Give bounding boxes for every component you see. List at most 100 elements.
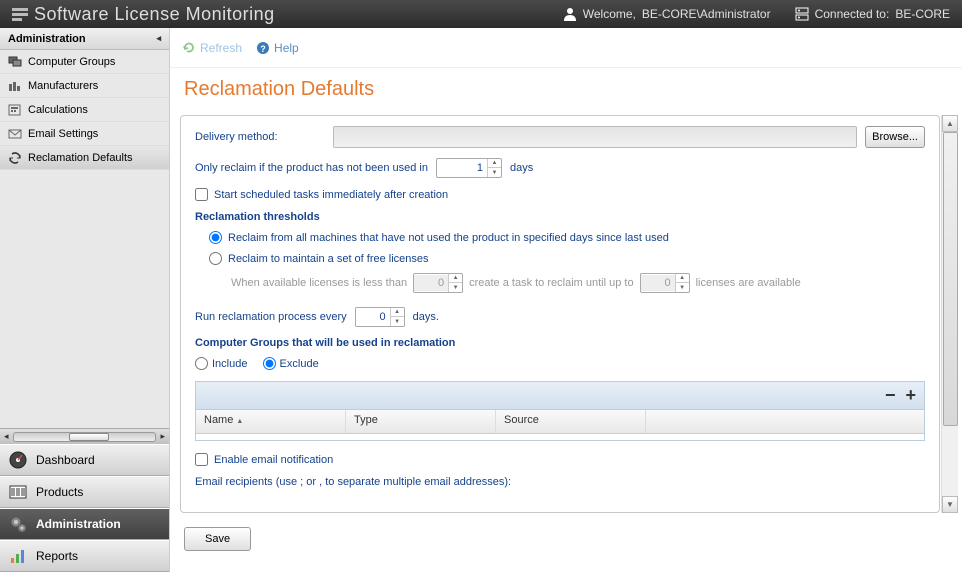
user-icon <box>563 7 577 21</box>
scroll-up-icon[interactable]: ▲ <box>942 115 958 132</box>
scroll-right-icon[interactable]: ▸ <box>160 431 165 442</box>
col-spacer <box>646 410 924 433</box>
sidebar-item-computer-groups[interactable]: Computer Groups <box>0 50 169 74</box>
reports-icon <box>8 546 28 566</box>
svg-text:?: ? <box>260 44 266 54</box>
grid-add-button[interactable]: + <box>905 385 916 406</box>
browse-button[interactable]: Browse... <box>865 126 925 148</box>
spinner-down-icon[interactable]: ▼ <box>449 283 462 292</box>
grid-body <box>196 434 924 440</box>
only-reclaim-days-spinner[interactable]: ▲▼ <box>436 158 502 178</box>
scroll-left-icon[interactable]: ◂ <box>4 431 9 442</box>
delivery-method-input[interactable] <box>333 126 857 148</box>
nav-dashboard[interactable]: Dashboard <box>0 444 169 476</box>
dashboard-icon <box>8 450 28 470</box>
run-every-spinner[interactable]: ▲▼ <box>355 307 405 327</box>
scrollbar-thumb[interactable] <box>69 433 109 441</box>
help-icon: ? <box>256 41 270 55</box>
sidebar-header[interactable]: Administration ◂ <box>0 28 169 50</box>
connected-label: Connected to: <box>815 7 890 21</box>
sidebar-item-manufacturers[interactable]: Manufacturers <box>0 74 169 98</box>
toolbar: Refresh ? Help <box>170 28 962 68</box>
reclaim-all-radio[interactable] <box>209 231 222 244</box>
save-button[interactable]: Save <box>184 527 251 551</box>
run-suffix: days. <box>413 311 439 323</box>
refresh-button[interactable]: Refresh <box>182 41 242 55</box>
nav-stack: Dashboard Products Administration Report… <box>0 444 169 572</box>
when-prefix: When available licenses is less than <box>231 277 407 289</box>
sidebar-horizontal-scrollbar[interactable]: ◂ ▸ <box>0 428 169 444</box>
reclaim-free-label: Reclaim to maintain a set of free licens… <box>228 253 429 265</box>
col-source[interactable]: Source <box>496 410 646 433</box>
sidebar-item-label: Reclamation Defaults <box>28 152 133 164</box>
spinner-down-icon[interactable]: ▼ <box>676 283 689 292</box>
spinner-up-icon[interactable]: ▲ <box>676 274 689 283</box>
run-every-input[interactable] <box>356 309 390 325</box>
include-radio[interactable] <box>195 357 208 370</box>
nav-label: Reports <box>36 549 78 563</box>
spinner-down-icon[interactable]: ▼ <box>488 168 501 177</box>
refresh-icon <box>182 41 196 55</box>
reclaim-free-radio[interactable] <box>209 252 222 265</box>
when-until-spinner[interactable]: ▲▼ <box>640 273 690 293</box>
computer-groups-icon <box>8 56 22 68</box>
exclude-radio-label[interactable]: Exclude <box>263 357 319 370</box>
server-icon <box>795 7 809 21</box>
calculations-icon <box>8 104 22 116</box>
when-until-input[interactable] <box>641 275 675 291</box>
panel-vertical-scrollbar[interactable]: ▲ ▼ <box>941 115 958 513</box>
page-title: Reclamation Defaults <box>170 68 962 115</box>
user-info: Welcome, BE-CORE\Administrator <box>563 7 771 21</box>
sidebar-item-email-settings[interactable]: Email Settings <box>0 122 169 146</box>
manufacturers-icon <box>8 80 22 92</box>
start-scheduled-checkbox[interactable] <box>195 188 208 201</box>
spinner-up-icon[interactable]: ▲ <box>488 159 501 168</box>
sidebar-item-label: Manufacturers <box>28 80 98 92</box>
spinner-down-icon[interactable]: ▼ <box>391 317 404 326</box>
scrollbar-thumb[interactable] <box>943 132 958 426</box>
col-name[interactable]: Name ▲ <box>196 410 346 433</box>
nav-label: Administration <box>36 517 121 531</box>
grid-toolbar: − + <box>196 382 924 410</box>
when-less-than-spinner[interactable]: ▲▼ <box>413 273 463 293</box>
nav-label: Products <box>36 485 83 499</box>
nav-products[interactable]: Products <box>0 476 169 508</box>
spinner-up-icon[interactable]: ▲ <box>391 308 404 317</box>
products-icon <box>8 482 28 502</box>
enable-email-label: Enable email notification <box>214 454 333 466</box>
exclude-radio[interactable] <box>263 357 276 370</box>
col-type[interactable]: Type <box>346 410 496 433</box>
top-bar: Software License Monitoring Welcome, BE-… <box>0 0 962 28</box>
sidebar-item-label: Calculations <box>28 104 88 116</box>
administration-icon <box>8 514 28 534</box>
thresholds-title: Reclamation thresholds <box>195 211 925 223</box>
only-reclaim-days-input[interactable] <box>437 160 487 176</box>
sidebar-item-reclamation-defaults[interactable]: Reclamation Defaults <box>0 146 169 170</box>
scroll-down-icon[interactable]: ▼ <box>942 496 958 513</box>
connection-info: Connected to: BE-CORE <box>795 7 950 21</box>
help-button[interactable]: ? Help <box>256 41 299 55</box>
welcome-user: BE-CORE\Administrator <box>642 7 771 21</box>
nav-reports[interactable]: Reports <box>0 540 169 572</box>
nav-label: Dashboard <box>36 453 95 467</box>
reclaim-all-label: Reclaim from all machines that have not … <box>228 232 669 244</box>
sidebar-item-calculations[interactable]: Calculations <box>0 98 169 122</box>
collapse-icon[interactable]: ◂ <box>156 33 161 44</box>
enable-email-checkbox[interactable] <box>195 453 208 466</box>
include-radio-label[interactable]: Include <box>195 357 247 370</box>
when-less-than-input[interactable] <box>414 275 448 291</box>
spinner-up-icon[interactable]: ▲ <box>449 274 462 283</box>
refresh-label: Refresh <box>200 41 242 55</box>
scrollbar-track[interactable] <box>13 432 157 442</box>
nav-administration[interactable]: Administration <box>0 508 169 540</box>
form-panel: Delivery method: Browse... Only reclaim … <box>180 115 940 513</box>
welcome-label: Welcome, <box>583 7 636 21</box>
grid-remove-button[interactable]: − <box>885 385 896 406</box>
start-scheduled-label: Start scheduled tasks immediately after … <box>214 189 448 201</box>
run-prefix: Run reclamation process every <box>195 311 347 323</box>
recycle-icon <box>8 152 22 164</box>
help-label: Help <box>274 41 299 55</box>
groups-grid: − + Name ▲ Type Source <box>195 381 925 441</box>
brand-title: Software License Monitoring <box>34 4 275 25</box>
when-mid: create a task to reclaim until up to <box>469 277 633 289</box>
